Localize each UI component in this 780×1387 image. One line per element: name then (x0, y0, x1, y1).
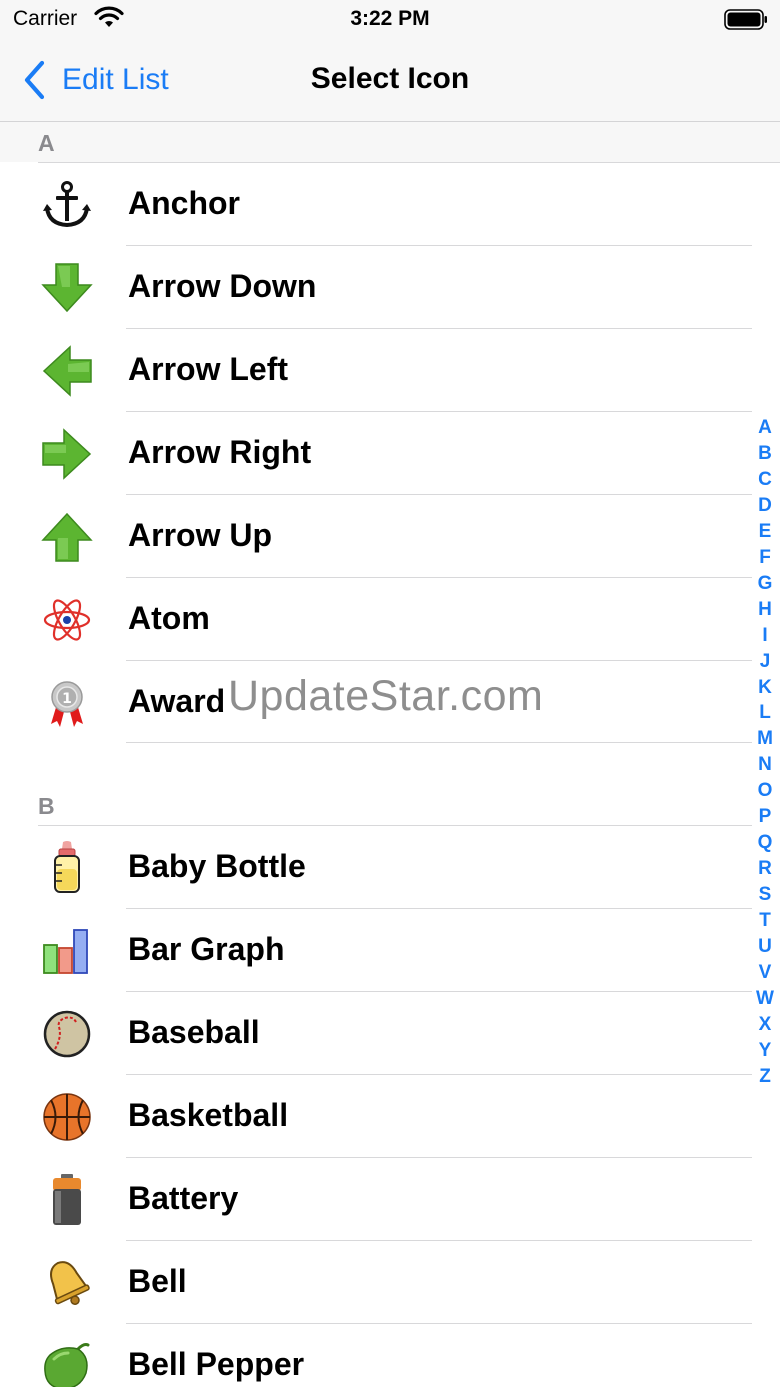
list-item-bell-pepper[interactable]: Bell Pepper (0, 1324, 752, 1387)
section-index-letter-t[interactable]: T (752, 908, 778, 934)
section-index-letter-y[interactable]: Y (752, 1038, 778, 1064)
list-item-label: Bell (128, 1263, 187, 1299)
section-index-letter-o[interactable]: O (752, 778, 778, 804)
list-item-arrow-right[interactable]: Arrow Right (0, 412, 752, 495)
anchor-icon (40, 178, 94, 232)
top-bar: Carrier 3:22 PM Edit List Select Icon (0, 0, 780, 122)
arrow-left-icon (40, 344, 94, 398)
bell-icon (40, 1256, 94, 1310)
list-item-baseball[interactable]: Baseball (0, 992, 752, 1075)
basketball-icon (40, 1090, 94, 1144)
section-index-letter-q[interactable]: Q (752, 830, 778, 856)
section-bottom-divider (126, 742, 752, 743)
list-item-label: Arrow Up (128, 517, 272, 553)
list-item-arrow-down[interactable]: Arrow Down (0, 246, 752, 329)
list-item-label: Baseball (128, 1014, 260, 1050)
list-item-label: Arrow Down (128, 268, 317, 304)
section-index-letter-z[interactable]: Z (752, 1064, 778, 1090)
section-header-b: B (0, 785, 780, 825)
bell-pepper-icon (40, 1339, 94, 1387)
svg-text:1: 1 (62, 691, 72, 707)
navigation-bar: Edit List Select Icon (0, 40, 780, 122)
section-index-letter-d[interactable]: D (752, 493, 778, 519)
list-item-baby-bottle[interactable]: Baby Bottle (0, 826, 752, 909)
arrow-right-icon (40, 427, 94, 481)
section-index-letter-n[interactable]: N (752, 752, 778, 778)
section-letter: B (38, 793, 55, 819)
section-index-letter-g[interactable]: G (752, 571, 778, 597)
section-index-letter-l[interactable]: L (752, 700, 778, 726)
baby-bottle-icon (40, 841, 94, 895)
section-index-letter-a[interactable]: A (752, 415, 778, 441)
list-item-label: Arrow Left (128, 351, 288, 387)
section-index-letter-e[interactable]: E (752, 519, 778, 545)
section-index-letter-p[interactable]: P (752, 804, 778, 830)
baseball-icon (40, 1007, 94, 1061)
section-index-letter-s[interactable]: S (752, 882, 778, 908)
section-index-letter-w[interactable]: W (752, 986, 778, 1012)
bar-graph-icon (40, 924, 94, 978)
section-index-letter-f[interactable]: F (752, 545, 778, 571)
list-item-bell[interactable]: Bell (0, 1241, 752, 1324)
section-index-letter-r[interactable]: R (752, 856, 778, 882)
list-item-label: Basketball (128, 1097, 289, 1133)
arrow-down-icon (40, 261, 94, 315)
list-item-label: Battery (128, 1180, 239, 1216)
list-item-label: Bar Graph (128, 931, 285, 967)
section-index-letter-h[interactable]: H (752, 597, 778, 623)
section-index-letter-c[interactable]: C (752, 467, 778, 493)
section-index-letter-v[interactable]: V (752, 960, 778, 986)
section-header-a: A (0, 122, 780, 162)
list-item-basketball[interactable]: Basketball (0, 1075, 752, 1158)
arrow-up-icon (40, 510, 94, 564)
award-icon: 1 (40, 676, 94, 730)
list-item-label: Award (128, 683, 226, 719)
list-item-label: Anchor (128, 185, 240, 221)
section-index-letter-j[interactable]: J (752, 649, 778, 675)
section-index-letter-u[interactable]: U (752, 934, 778, 960)
section-index-letter-m[interactable]: M (752, 726, 778, 752)
status-bar: Carrier 3:22 PM (0, 0, 780, 40)
section-index-letter-b[interactable]: B (752, 441, 778, 467)
section-index-letter-k[interactable]: K (752, 675, 778, 701)
section-index-letter-x[interactable]: X (752, 1012, 778, 1038)
list-item-atom[interactable]: Atom (0, 578, 752, 661)
list-item-label: Arrow Right (128, 434, 312, 470)
section-letter: A (38, 130, 55, 156)
atom-icon (40, 593, 94, 647)
section-index-letter-i[interactable]: I (752, 623, 778, 649)
list-item-anchor[interactable]: Anchor (0, 163, 752, 246)
status-time: 3:22 PM (350, 7, 430, 30)
battery-status-icon (724, 9, 767, 30)
list-item-battery[interactable]: Battery (0, 1158, 752, 1241)
list-item-arrow-up[interactable]: Arrow Up (0, 495, 752, 578)
list-item-label: Atom (128, 600, 210, 636)
section-index[interactable]: ABCDEFGHIJKLMNOPQRSTUVWXYZ (752, 415, 778, 1090)
battery-icon (40, 1173, 94, 1227)
list-item-label: Baby Bottle (128, 848, 306, 884)
list-item-bar-graph[interactable]: Bar Graph (0, 909, 752, 992)
watermark-text: UpdateStar.com (228, 672, 544, 720)
page-title: Select Icon (310, 62, 470, 95)
list-item-arrow-left[interactable]: Arrow Left (0, 329, 752, 412)
list-item-label: Bell Pepper (128, 1346, 305, 1382)
